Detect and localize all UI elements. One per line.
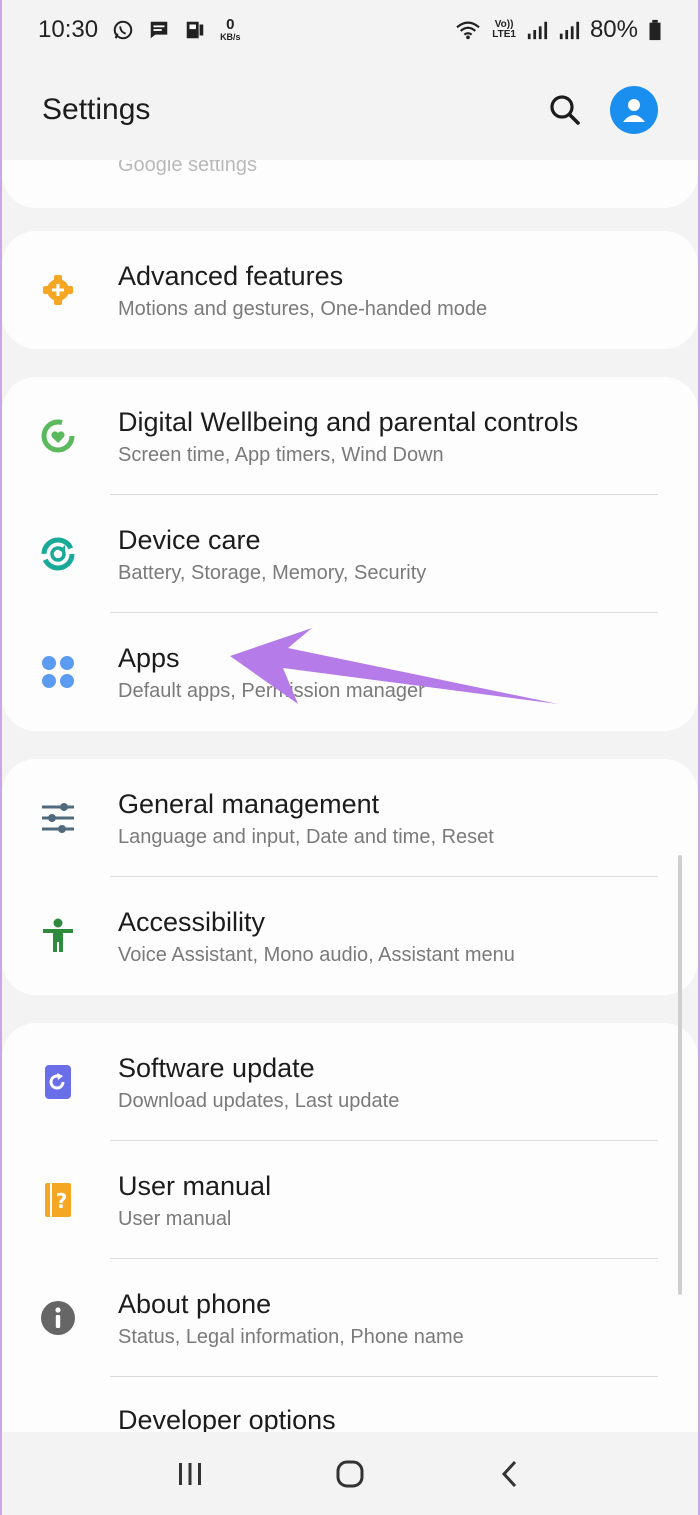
item-subtitle: Language and input, Date and time, Reset: [118, 826, 494, 848]
settings-item-advanced-features[interactable]: Advanced features Motions and gestures, …: [2, 231, 698, 349]
settings-group-3: General management Language and input, D…: [2, 759, 698, 995]
partial-item-label[interactable]: Google settings: [118, 160, 257, 177]
apps-grid-icon: [40, 654, 76, 690]
data-speed-indicator: 0 KB/s: [220, 16, 241, 42]
settings-item-device-care[interactable]: Device care Battery, Storage, Memory, Se…: [2, 495, 698, 613]
svg-text:?: ?: [56, 1189, 68, 1213]
item-subtitle: Voice Assistant, Mono audio, Assistant m…: [118, 944, 515, 966]
status-time: 10:30: [38, 16, 99, 43]
back-button[interactable]: [495, 1459, 525, 1489]
data-speed-value: 0: [226, 16, 235, 33]
item-title: Accessibility: [118, 907, 266, 937]
account-avatar-button[interactable]: [610, 86, 658, 134]
settings-item-software-update[interactable]: Software update Download updates, Last u…: [2, 1023, 698, 1141]
sliders-icon: [40, 800, 76, 836]
back-icon: [502, 1460, 517, 1487]
settings-group-4: Software update Download updates, Last u…: [2, 1023, 698, 1443]
item-title: User manual: [118, 1171, 272, 1201]
lte-label: LTE1: [492, 29, 516, 40]
item-title: Software update: [118, 1053, 315, 1083]
item-subtitle: Battery, Storage, Memory, Security: [118, 562, 427, 584]
item-title: Digital Wellbeing and parental controls: [118, 407, 579, 437]
item-subtitle: Download updates, Last update: [118, 1090, 400, 1112]
home-button[interactable]: [334, 1458, 366, 1490]
item-subtitle: Motions and gestures, One-handed mode: [118, 298, 488, 320]
accessibility-icon: [40, 918, 76, 954]
page-title: Settings: [42, 93, 151, 126]
item-title: General management: [118, 789, 380, 819]
settings-item-general-management[interactable]: General management Language and input, D…: [2, 759, 698, 877]
whatsapp-icon: [113, 20, 133, 40]
signal-icon-sim1: [527, 21, 548, 40]
recents-icon: [178, 1462, 201, 1485]
software-update-icon: [40, 1064, 76, 1100]
item-title: Advanced features: [118, 261, 344, 291]
info-icon: [40, 1300, 76, 1336]
app-header: Settings: [0, 60, 700, 160]
person-icon: [623, 99, 645, 122]
home-icon: [336, 1460, 364, 1487]
sim-manager-icon: [186, 21, 204, 39]
wifi-icon: [456, 21, 480, 40]
settings-group-1: Advanced features Motions and gestures, …: [2, 231, 698, 349]
settings-item-accessibility[interactable]: Accessibility Voice Assistant, Mono audi…: [2, 877, 698, 995]
status-bar: 10:30 0 KB/s Vo)) LTE1 80%: [0, 0, 700, 60]
battery-icon: [649, 19, 661, 41]
settings-item-user-manual[interactable]: ? User manual User manual: [2, 1141, 698, 1259]
item-subtitle: Screen time, App timers, Wind Down: [118, 444, 444, 466]
item-subtitle: Status, Legal information, Phone name: [118, 1326, 464, 1348]
item-title: Device care: [118, 525, 261, 555]
item-title: About phone: [118, 1289, 272, 1319]
signal-icon-sim2: [559, 21, 580, 40]
gear-plus-icon: [40, 272, 76, 308]
search-icon[interactable]: [548, 93, 582, 127]
scrollbar[interactable]: [678, 855, 682, 1295]
settings-item-digital-wellbeing[interactable]: Digital Wellbeing and parental controls …: [2, 377, 698, 495]
partial-settings-card: Google settings: [2, 160, 698, 208]
battery-percent: 80%: [589, 16, 638, 43]
item-subtitle: User manual: [118, 1208, 232, 1230]
wellbeing-icon: [40, 418, 76, 454]
user-manual-icon: ?: [40, 1182, 76, 1218]
volte-indicator: Vo)) LTE1: [492, 20, 516, 40]
data-speed-unit: KB/s: [220, 32, 241, 42]
navigation-bar: [0, 1432, 700, 1515]
settings-item-about-phone[interactable]: About phone Status, Legal information, P…: [2, 1259, 698, 1377]
device-care-icon: [40, 536, 76, 572]
message-icon: [150, 21, 168, 39]
annotation-arrow: [230, 628, 558, 704]
recent-apps-button[interactable]: [175, 1459, 205, 1489]
